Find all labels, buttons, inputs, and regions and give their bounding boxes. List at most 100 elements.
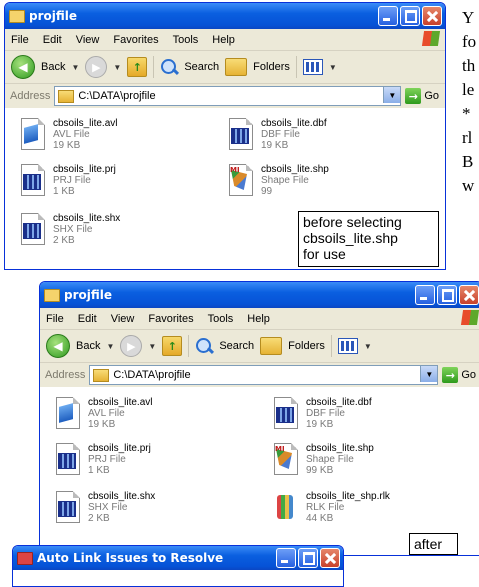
file-item[interactable]: MI cbsoils_lite.shp Shape File 99	[227, 164, 329, 198]
maximize-button[interactable]	[298, 548, 318, 568]
window-title: projfile	[64, 288, 113, 302]
title-bar[interactable]: Auto Link Issues to Resolve	[13, 546, 343, 570]
avl-file-icon	[19, 118, 47, 152]
back-button[interactable]: Back	[41, 61, 65, 73]
file-item[interactable]: cbsoils_lite.avl AVL File 19 KB	[19, 118, 117, 152]
maximize-button[interactable]	[437, 285, 457, 305]
folder-icon	[9, 9, 25, 23]
menu-edit[interactable]: Edit	[43, 34, 62, 46]
forward-dropdown-icon[interactable]: ▼	[148, 342, 156, 351]
back-dropdown-icon[interactable]: ▼	[106, 342, 114, 351]
dialog-title: Auto Link Issues to Resolve	[37, 551, 224, 565]
shape-file-icon: MI	[272, 443, 300, 477]
back-dropdown-icon[interactable]: ▼	[71, 63, 79, 72]
views-icon[interactable]	[337, 338, 358, 354]
minimize-button[interactable]	[276, 548, 296, 568]
annotation-before: before selecting cbsoils_lite.shp for us…	[298, 211, 439, 267]
back-button[interactable]: Back	[76, 340, 100, 352]
views-dropdown-icon[interactable]: ▼	[364, 342, 372, 351]
minimize-button[interactable]	[378, 6, 398, 26]
shx-file-icon	[19, 213, 47, 247]
file-item[interactable]: cbsoils_lite.dbf DBF File 19 KB	[227, 118, 327, 152]
address-bar: Address C:\DATA\projfile ▼ → Go	[40, 363, 479, 388]
title-bar[interactable]: projfile	[40, 282, 479, 308]
go-button[interactable]: → Go	[442, 367, 476, 383]
maximize-button[interactable]	[400, 6, 420, 26]
search-icon[interactable]	[195, 337, 213, 355]
folder-icon	[44, 288, 60, 302]
go-arrow-icon: →	[405, 88, 422, 104]
file-item[interactable]: cbsoils_lite.prj PRJ File 1 KB	[54, 443, 151, 477]
file-item[interactable]: cbsoils_lite.prj PRJ File 1 KB	[19, 164, 116, 198]
toolbar-separator	[188, 335, 190, 357]
forward-dropdown-icon[interactable]: ▼	[113, 63, 121, 72]
close-button[interactable]	[422, 6, 442, 26]
rlk-file-icon	[272, 491, 300, 525]
auto-link-issues-dialog: Auto Link Issues to Resolve	[12, 545, 344, 587]
address-path: C:\DATA\projfile	[113, 369, 191, 381]
shape-file-icon: MI	[227, 164, 255, 198]
forward-arrow-icon[interactable]: ▶	[85, 56, 108, 78]
menu-favorites[interactable]: Favorites	[148, 313, 193, 325]
avl-file-icon	[54, 397, 82, 431]
menu-favorites[interactable]: Favorites	[113, 34, 158, 46]
close-button[interactable]	[459, 285, 479, 305]
menu-view[interactable]: View	[111, 313, 135, 325]
views-icon[interactable]	[302, 59, 323, 75]
shx-file-icon	[54, 491, 82, 525]
menu-tools[interactable]: Tools	[208, 313, 234, 325]
explorer-window-after: projfile File Edit View Favorites Tools …	[39, 281, 479, 556]
address-label: Address	[10, 90, 51, 102]
folder-icon	[93, 368, 110, 382]
menu-edit[interactable]: Edit	[78, 313, 97, 325]
menu-file[interactable]: File	[11, 34, 29, 46]
up-folder-icon[interactable]: ↑	[162, 336, 183, 356]
search-button[interactable]: Search	[219, 340, 254, 352]
up-folder-icon[interactable]: ↑	[127, 57, 148, 77]
app-icon	[17, 551, 33, 565]
menu-help[interactable]: Help	[247, 313, 270, 325]
file-item[interactable]: cbsoils_lite.avl AVL File 19 KB	[54, 397, 152, 431]
toolbar: ◀ Back ▼ ▶ ▼ ↑ Search Folders ▼	[40, 330, 479, 363]
background-text: Y fo th le * rl B w	[462, 8, 477, 195]
file-list: cbsoils_lite.avl AVL File 19 KB cbsoils_li…	[40, 387, 479, 555]
search-button[interactable]: Search	[184, 61, 219, 73]
annotation-after: after	[409, 533, 458, 555]
dbf-file-icon	[272, 397, 300, 431]
close-button[interactable]	[320, 548, 340, 568]
address-input[interactable]: C:\DATA\projfile ▼	[89, 365, 439, 385]
menu-tools[interactable]: Tools	[173, 34, 199, 46]
menu-help[interactable]: Help	[212, 34, 235, 46]
forward-arrow-icon[interactable]: ▶	[120, 335, 143, 357]
toolbar-separator	[330, 335, 332, 357]
menu-file[interactable]: File	[46, 313, 64, 325]
windows-flag-icon	[421, 31, 441, 46]
address-dropdown-icon[interactable]: ▼	[383, 87, 401, 103]
minimize-button[interactable]	[415, 285, 435, 305]
folders-icon[interactable]	[225, 58, 248, 76]
go-button[interactable]: → Go	[405, 88, 439, 104]
menu-bar: File Edit View Favorites Tools Help	[40, 308, 479, 330]
toolbar: ◀ Back ▼ ▶ ▼ ↑ Search Folders ▼	[5, 51, 445, 84]
file-item[interactable]: cbsoils_lite_shp.rlk RLK File 44 KB	[272, 491, 390, 525]
folders-button[interactable]: Folders	[253, 61, 290, 73]
folders-icon[interactable]	[260, 337, 283, 355]
toolbar-separator	[153, 56, 155, 78]
file-item[interactable]: cbsoils_lite.shx SHX File 2 KB	[19, 213, 120, 247]
search-icon[interactable]	[160, 58, 178, 76]
windows-flag-icon	[460, 310, 479, 325]
go-arrow-icon: →	[442, 367, 459, 383]
prj-file-icon	[54, 443, 82, 477]
title-bar[interactable]: projfile	[5, 3, 445, 29]
file-item[interactable]: cbsoils_lite.shx SHX File 2 KB	[54, 491, 155, 525]
back-arrow-icon[interactable]: ◀	[46, 334, 70, 358]
back-arrow-icon[interactable]: ◀	[11, 55, 35, 79]
address-input[interactable]: C:\DATA\projfile ▼	[54, 86, 402, 106]
menu-view[interactable]: View	[76, 34, 100, 46]
file-item[interactable]: MI cbsoils_lite.shp Shape File 99 KB	[272, 443, 374, 477]
folders-button[interactable]: Folders	[288, 340, 325, 352]
file-item[interactable]: cbsoils_lite.dbf DBF File 19 KB	[272, 397, 372, 431]
address-dropdown-icon[interactable]: ▼	[420, 366, 438, 382]
menu-bar: File Edit View Favorites Tools Help	[5, 29, 445, 51]
views-dropdown-icon[interactable]: ▼	[329, 63, 337, 72]
